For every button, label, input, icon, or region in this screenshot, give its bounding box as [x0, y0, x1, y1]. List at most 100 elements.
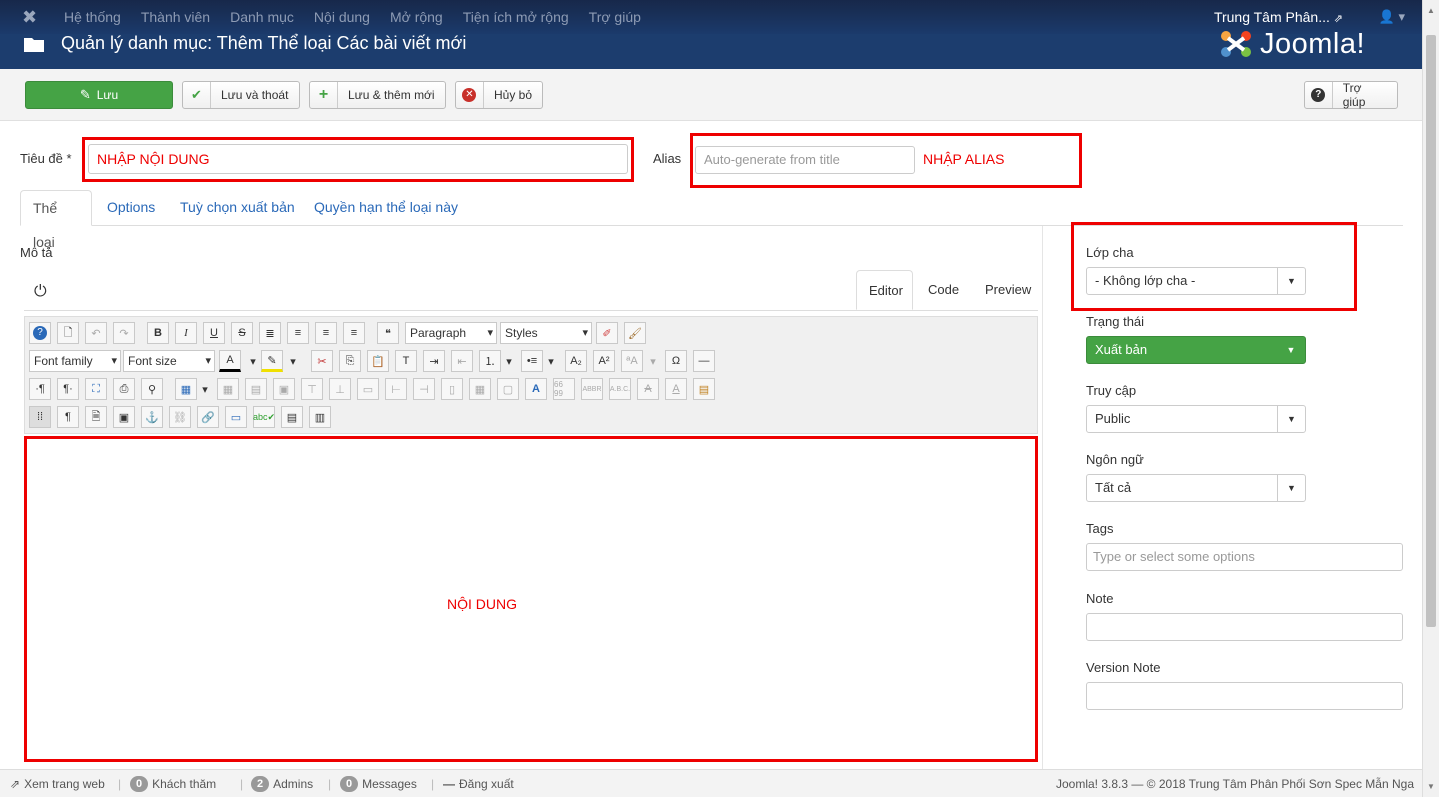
delete-row-icon[interactable]: ▭ — [357, 378, 379, 400]
cut-icon[interactable]: ✂ — [311, 350, 333, 372]
font-size-select[interactable]: Font size — [123, 350, 215, 372]
version-note-input[interactable] — [1086, 682, 1403, 710]
help-button[interactable]: ? Trợ giúp — [1304, 81, 1398, 109]
save-and-new-button[interactable]: + Lưu & thêm mới — [309, 81, 446, 109]
layer-icon[interactable]: ▥ — [309, 406, 331, 428]
show-blocks-icon[interactable]: ¶ — [57, 406, 79, 428]
redo-icon[interactable]: ↷ — [113, 322, 135, 344]
text-direction-icon[interactable]: ªA — [621, 350, 643, 372]
link-icon[interactable]: 🔗 — [197, 406, 219, 428]
cancel-button[interactable]: ✕ Hủy bỏ — [455, 81, 543, 109]
media-icon[interactable]: ▭ — [225, 406, 247, 428]
new-document-icon[interactable]: 🗋 — [57, 322, 79, 344]
paragraph-select[interactable]: Paragraph — [405, 322, 497, 344]
visitors-link[interactable]: 0 Khách thăm — [130, 770, 216, 798]
bullet-list-dropdown-icon[interactable]: ▾ — [545, 350, 557, 372]
text-color-icon[interactable]: A — [219, 350, 241, 372]
view-site-link[interactable]: ⇗ Xem trang web — [10, 770, 105, 798]
bullet-list-icon[interactable]: •≡ — [521, 350, 543, 372]
insert-row-after-icon[interactable]: ⊥ — [329, 378, 351, 400]
insert-col-before-icon[interactable]: ⊢ — [385, 378, 407, 400]
font-style-icon[interactable]: A — [525, 378, 547, 400]
save-button[interactable]: ✎ Lưu — [25, 81, 173, 109]
eraser-icon[interactable]: ✐ — [596, 322, 618, 344]
table-dropdown-icon[interactable]: ▾ — [199, 378, 211, 400]
cite-icon[interactable]: 66 99 — [553, 378, 575, 400]
ltr-icon[interactable]: ·¶ — [29, 378, 51, 400]
strikethrough-icon[interactable]: S — [231, 322, 253, 344]
editor-tab-code[interactable]: Code — [916, 270, 971, 310]
align-justify-icon[interactable]: ≣ — [259, 322, 281, 344]
del-icon[interactable]: A — [637, 378, 659, 400]
anchor-icon[interactable]: ⚓ — [141, 406, 163, 428]
insert-col-after-icon[interactable]: ⊣ — [413, 378, 435, 400]
help-icon[interactable]: ? — [29, 322, 51, 344]
horizontal-rule-icon[interactable]: — — [693, 350, 715, 372]
menu-components[interactable]: Tiện ích mở rộng — [463, 0, 569, 34]
title-input[interactable]: NHẬP NỘI DUNG — [88, 144, 628, 174]
print-icon[interactable]: ⎙ — [113, 378, 135, 400]
scrollbar-thumb[interactable] — [1426, 35, 1436, 627]
menu-content[interactable]: Nội dung — [314, 0, 370, 34]
editor-tab-editor[interactable]: Editor — [856, 270, 913, 310]
save-and-close-button[interactable]: ✔ Lưu và thoát — [182, 81, 300, 109]
menu-system[interactable]: Hệ thống — [64, 0, 121, 34]
spellcheck-icon[interactable]: abc✔ — [253, 406, 275, 428]
alias-input[interactable]: Auto-generate from title — [695, 146, 915, 174]
messages-link[interactable]: 0 Messages — [340, 770, 417, 798]
align-right-icon[interactable]: ≡ — [343, 322, 365, 344]
tab-permissions[interactable]: Quyền hạn thể loại này — [302, 190, 470, 226]
align-left-icon[interactable]: ≡ — [315, 322, 337, 344]
paste-text-icon[interactable]: T — [395, 350, 417, 372]
text-direction-dropdown-icon[interactable]: ▾ — [647, 350, 659, 372]
menu-categories[interactable]: Danh mục — [230, 0, 294, 34]
cell-props-icon[interactable]: ▣ — [273, 378, 295, 400]
row-props-icon[interactable]: ▤ — [245, 378, 267, 400]
menu-extend[interactable]: Mở rộng — [390, 0, 443, 34]
numbered-list-icon[interactable]: ⒈ — [479, 350, 501, 372]
superscript-icon[interactable]: A² — [593, 350, 615, 372]
delete-table-icon[interactable]: ▦ — [217, 378, 239, 400]
page-break-icon[interactable]: 🗎 — [85, 406, 107, 428]
visual-aid-icon[interactable]: ⁞⁞ — [29, 406, 51, 428]
paste-icon[interactable]: 📋 — [367, 350, 389, 372]
align-center-icon[interactable]: ≡ — [287, 322, 309, 344]
search-replace-icon[interactable]: ⚲ — [141, 378, 163, 400]
split-cells-icon[interactable]: ▦ — [469, 378, 491, 400]
template-icon[interactable]: ▤ — [281, 406, 303, 428]
parent-select[interactable]: - Không lớp cha - ▼ — [1086, 267, 1306, 295]
undo-icon[interactable]: ↶ — [85, 322, 107, 344]
insert-row-before-icon[interactable]: ⊤ — [301, 378, 323, 400]
highlight-icon[interactable]: ✎ — [261, 350, 283, 372]
numbered-list-dropdown-icon[interactable]: ▾ — [503, 350, 515, 372]
editor-tab-preview[interactable]: Preview — [973, 270, 1043, 310]
note-input[interactable] — [1086, 613, 1403, 641]
clean-brush-icon[interactable]: 🖌 — [624, 322, 646, 344]
rtl-icon[interactable]: ¶· — [57, 378, 79, 400]
page-scrollbar[interactable]: ▲ ▼ — [1422, 0, 1439, 797]
joomla-logo-icon[interactable]: ✖ — [22, 7, 42, 27]
italic-icon[interactable]: I — [175, 322, 197, 344]
font-family-select[interactable]: Font family — [29, 350, 121, 372]
logout-link[interactable]: — Đăng xuất — [443, 770, 514, 798]
styles-select[interactable]: Styles — [500, 322, 592, 344]
blockquote-icon[interactable]: ❝ — [377, 322, 399, 344]
text-color-dropdown-icon[interactable]: ▾ — [247, 350, 259, 372]
tab-publishing[interactable]: Tuỳ chọn xuất bản — [168, 190, 307, 226]
menu-help[interactable]: Trợ giúp — [589, 0, 641, 34]
subscript-icon[interactable]: A₂ — [565, 350, 587, 372]
ins-icon[interactable]: A — [665, 378, 687, 400]
tab-category[interactable]: Thể loại — [20, 190, 92, 250]
admins-link[interactable]: 2 Admins — [251, 770, 313, 798]
unlink-icon[interactable]: ⛓ — [169, 406, 191, 428]
fullscreen-icon[interactable]: ⛶ — [85, 378, 107, 400]
access-select[interactable]: Public ▼ — [1086, 405, 1306, 433]
table-icon[interactable]: ▦ — [175, 378, 197, 400]
scroll-down-icon[interactable]: ▼ — [1427, 782, 1435, 791]
attributes-icon[interactable]: ▤ — [693, 378, 715, 400]
content-editor-area[interactable]: NỘI DUNG — [24, 436, 1038, 762]
language-select[interactable]: Tất cả ▼ — [1086, 474, 1306, 502]
acronym-icon[interactable]: A.B.C. — [609, 378, 631, 400]
tags-input[interactable]: Type or select some options — [1086, 543, 1403, 571]
menu-users[interactable]: Thành viên — [141, 0, 210, 34]
